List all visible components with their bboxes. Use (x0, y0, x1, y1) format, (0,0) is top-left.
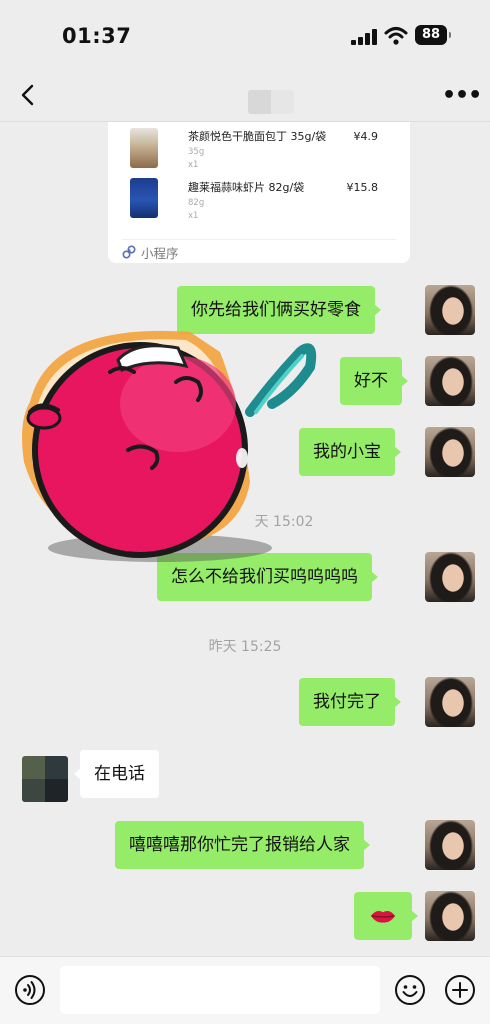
mini-program-card[interactable]: 茶颜悦色干脆面包丁 35g/袋 35g x1 ¥4.9 趣莱福蒜味虾片 82g/… (108, 122, 410, 263)
chat-title-blurred (248, 90, 294, 114)
product-price: ¥4.9 (353, 130, 379, 143)
avatar[interactable] (425, 552, 475, 602)
more-dots-icon[interactable]: ••• (442, 84, 482, 108)
battery-icon: 88 (415, 25, 451, 45)
wifi-icon (384, 27, 408, 45)
avatar[interactable] (425, 285, 475, 335)
avatar[interactable] (425, 427, 475, 477)
mini-program-footer: 小程序 (122, 244, 179, 261)
timestamp: 昨天 15:25 (208, 639, 282, 655)
avatar[interactable] (425, 356, 475, 406)
message-bubble-out[interactable]: 嘻嘻嘻那你忙完了报销给人家 (115, 821, 370, 869)
message-bubble-out[interactable]: 我付完了 (299, 678, 401, 726)
product-name: 趣莱福蒜味虾片 82g/袋 (188, 181, 305, 194)
product-qty: x1 (188, 160, 199, 170)
message-bubble-out[interactable]: 好不 (340, 357, 408, 405)
product-weight: 82g (188, 198, 205, 208)
chevron-left-icon[interactable] (14, 80, 44, 110)
product-qty: x1 (188, 211, 199, 221)
product-weight: 35g (188, 147, 205, 157)
message-input[interactable] (60, 966, 380, 1014)
lips-emoji (370, 911, 396, 923)
avatar[interactable] (425, 677, 475, 727)
product-thumbnail (130, 128, 158, 168)
product-name: 茶颜悦色干脆面包丁 35g/袋 (188, 130, 327, 143)
voice-icon[interactable] (14, 974, 46, 1006)
chat-header: ••• (0, 72, 490, 122)
signal-icon (351, 29, 377, 45)
emoji-icon[interactable] (394, 974, 426, 1006)
status-bar: 01:37 88 (0, 0, 490, 72)
plus-icon[interactable] (444, 974, 476, 1006)
product-item: 趣莱福蒜味虾片 82g/袋 82g x1 ¥15.8 (108, 177, 410, 225)
message-bubble-out[interactable] (354, 892, 418, 940)
mini-program-icon (122, 245, 136, 259)
product-thumbnail (130, 178, 158, 218)
avatar[interactable] (425, 891, 475, 941)
avatar[interactable] (425, 820, 475, 870)
input-bar (0, 956, 490, 1024)
cherry-sticker[interactable] (10, 312, 320, 572)
status-time: 01:37 (62, 24, 132, 48)
mini-program-label: 小程序 (141, 245, 179, 261)
product-item: 茶颜悦色干脆面包丁 35g/袋 35g x1 ¥4.9 (108, 126, 410, 174)
product-price: ¥15.8 (346, 181, 379, 194)
card-divider (122, 239, 396, 240)
avatar-contact[interactable] (22, 756, 68, 802)
message-bubble-in[interactable]: 在电话 (74, 750, 159, 798)
